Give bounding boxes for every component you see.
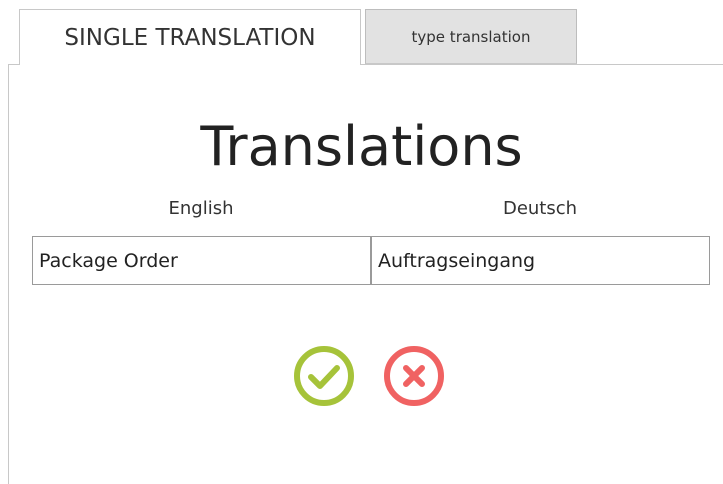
tab-single-translation[interactable]: SINGLE TRANSLATION [19, 9, 361, 65]
page-title: Translations [200, 115, 523, 178]
tab-single-translation-label: SINGLE TRANSLATION [64, 24, 316, 51]
deutsch-column-label: Deutsch [502, 198, 578, 219]
english-translation-input[interactable] [32, 236, 371, 285]
close-circle-icon [384, 346, 444, 406]
confirm-button[interactable] [292, 344, 356, 408]
check-circle-icon [294, 346, 354, 406]
cancel-button[interactable] [382, 344, 446, 408]
deutsch-translation-input[interactable] [371, 236, 710, 285]
tab-type-translation-label: type translation [411, 27, 531, 46]
english-column-label: English [168, 198, 234, 219]
tab-type-translation[interactable]: type translation [365, 9, 577, 64]
